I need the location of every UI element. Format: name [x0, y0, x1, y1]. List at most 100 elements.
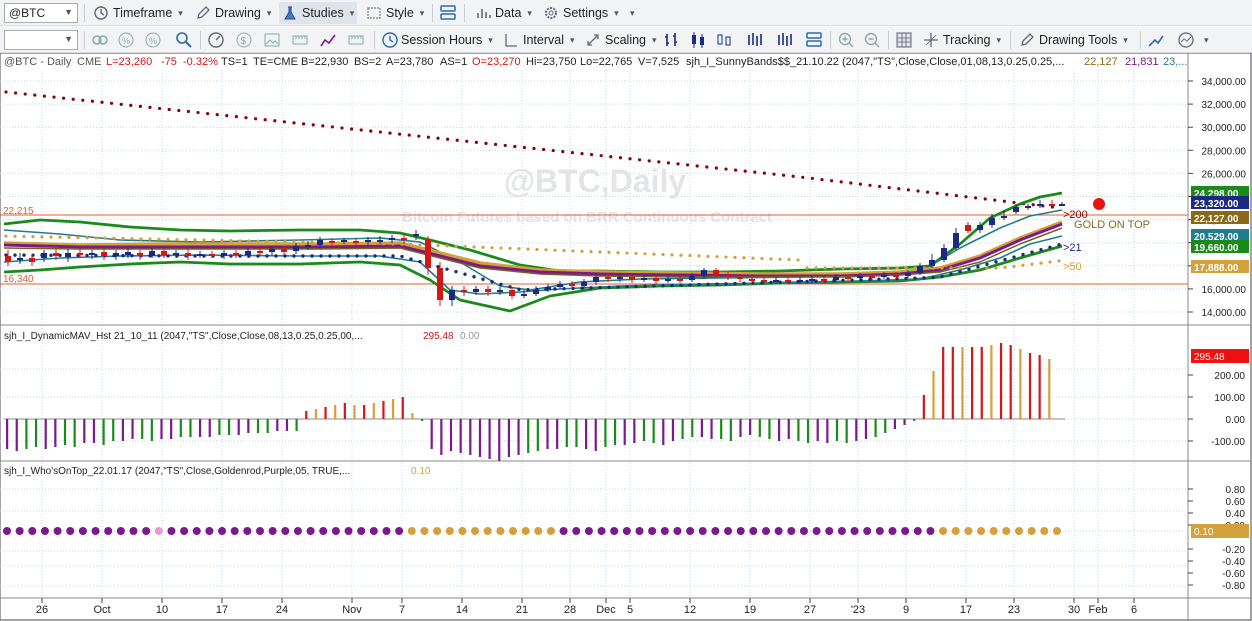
ma200-dot	[522, 145, 527, 150]
chevron-down-icon: ▾	[178, 7, 183, 18]
percent-icon[interactable]: %	[143, 30, 163, 50]
hist-bar	[266, 419, 269, 433]
ma50-dot	[1057, 259, 1061, 263]
tracking-button[interactable]: Tracking ▾	[920, 29, 1004, 51]
symbol-combo[interactable]: @BTC ▼	[4, 3, 78, 23]
ma50-dot	[895, 266, 899, 270]
hist-bar	[961, 347, 964, 419]
image-icon[interactable]	[262, 30, 282, 50]
layout-icon[interactable]	[438, 3, 458, 23]
who-dot	[167, 527, 176, 535]
ma21-dot	[1012, 255, 1016, 259]
dollar-icon[interactable]: $	[234, 30, 254, 50]
data-button[interactable]: Data ▾	[472, 2, 535, 24]
who-dot	[521, 527, 530, 535]
ma21-dot	[409, 257, 413, 261]
who-dot	[875, 527, 884, 535]
who-dot	[116, 527, 125, 535]
link-icon[interactable]	[90, 30, 110, 50]
who-dot	[635, 527, 644, 535]
hist-bar	[295, 419, 298, 431]
svg-text:%: %	[122, 36, 130, 46]
price-tags: 24,298.0023,320.0022,127.0020,529.0019,6…	[1191, 186, 1249, 274]
ma200-dot	[666, 161, 671, 165]
scaling-button[interactable]: Scaling ▾	[582, 29, 660, 51]
ma50-dot	[121, 236, 125, 241]
hist-bar	[498, 419, 501, 461]
status-open: O=23,270	[472, 56, 521, 68]
who-dot	[584, 527, 593, 535]
magnifier-icon[interactable]	[174, 30, 194, 50]
ohlc-icon[interactable]	[776, 30, 796, 50]
interval-button[interactable]: Interval ▾	[500, 29, 578, 51]
ma21-dot	[157, 254, 161, 258]
ma50-dot	[724, 255, 728, 259]
chart-icon[interactable]	[318, 30, 338, 50]
ma200-dot	[407, 133, 411, 137]
hist-bar	[392, 399, 395, 419]
ma50-dot	[40, 235, 44, 239]
dashboard-icon[interactable]	[1176, 30, 1196, 50]
hist-bar	[652, 419, 655, 443]
status-te: TE=CME	[253, 56, 298, 68]
layout-icon[interactable]	[804, 30, 824, 50]
ma21-dot	[391, 254, 395, 258]
ruler-icon[interactable]	[346, 30, 366, 50]
ma50-dot	[634, 251, 638, 256]
grid-icon[interactable]	[894, 30, 914, 50]
who-axis-label: -0.60	[1222, 569, 1245, 580]
ohlc-icon[interactable]	[746, 30, 766, 50]
trendline-icon[interactable]	[1146, 30, 1166, 50]
drawing-tools-button[interactable]: Drawing Tools ▾	[1016, 29, 1131, 51]
ma200-dot	[263, 118, 267, 122]
overflow-icon[interactable]: ▾	[630, 8, 635, 19]
ma200-dot	[532, 146, 536, 151]
ruler-icon[interactable]	[290, 30, 310, 50]
hist-title: sjh_I_DynamicMAV_Hst 21_10_11 (2047,"TS"…	[4, 331, 363, 342]
ma21-dot	[382, 254, 386, 258]
candlestick-icon[interactable]	[688, 30, 708, 50]
who-dot	[357, 527, 366, 535]
hist-bar	[102, 419, 105, 445]
speedometer-icon[interactable]	[206, 30, 226, 50]
ma50-dot	[1039, 261, 1043, 265]
chart-toolbar: ▼ % % $ Session Hours ▾ Interval ▾ Scali…	[0, 27, 1252, 53]
ma21-dot	[841, 278, 845, 283]
price-axis-label: 34,000.00	[1202, 77, 1247, 88]
hist-bar	[691, 419, 694, 437]
interval-combo[interactable]: ▼	[4, 30, 78, 50]
ma200-dot	[426, 135, 430, 139]
candlestick-hollow-icon[interactable]	[714, 30, 734, 50]
ma50-dot	[130, 237, 134, 241]
hist-bar	[54, 419, 57, 447]
ma50-dot	[1012, 264, 1016, 268]
ma200-dot	[129, 103, 133, 107]
bar-style-icon[interactable]	[662, 30, 682, 50]
hist-bar	[440, 419, 443, 455]
ma50-dot	[904, 266, 908, 270]
drawing-button[interactable]: Drawing ▾	[192, 2, 274, 24]
timeframe-button[interactable]: Timeframe ▾	[90, 2, 186, 24]
ma50-dot	[274, 239, 278, 244]
hist-bar	[63, 419, 67, 445]
who-dot	[483, 527, 492, 535]
ma50-dot	[643, 252, 647, 256]
overflow-icon[interactable]: ▾	[1204, 35, 1209, 46]
ma50-dot	[598, 250, 602, 254]
ma50-dot	[238, 239, 242, 243]
date-label: 21	[516, 604, 528, 616]
ma50-dot	[742, 256, 746, 260]
session-hours-button[interactable]: Session Hours ▾	[398, 29, 496, 51]
chart-area[interactable]: @BTC,Daily Bitcoin Futures based on BRR …	[0, 53, 1252, 621]
percent-icon[interactable]: %	[116, 30, 136, 50]
ma200-dot	[820, 177, 824, 182]
date-label: 14	[456, 604, 468, 616]
style-button[interactable]: Style ▾	[363, 2, 427, 24]
zoom-out-icon[interactable]	[862, 30, 882, 50]
zoom-in-icon[interactable]	[836, 30, 856, 50]
who-dot	[648, 527, 657, 535]
studies-button[interactable]: Studies ▾	[279, 2, 358, 24]
ma50-dot	[301, 240, 305, 244]
pencil-icon	[197, 6, 210, 19]
settings-button[interactable]: Settings ▾	[540, 2, 622, 24]
